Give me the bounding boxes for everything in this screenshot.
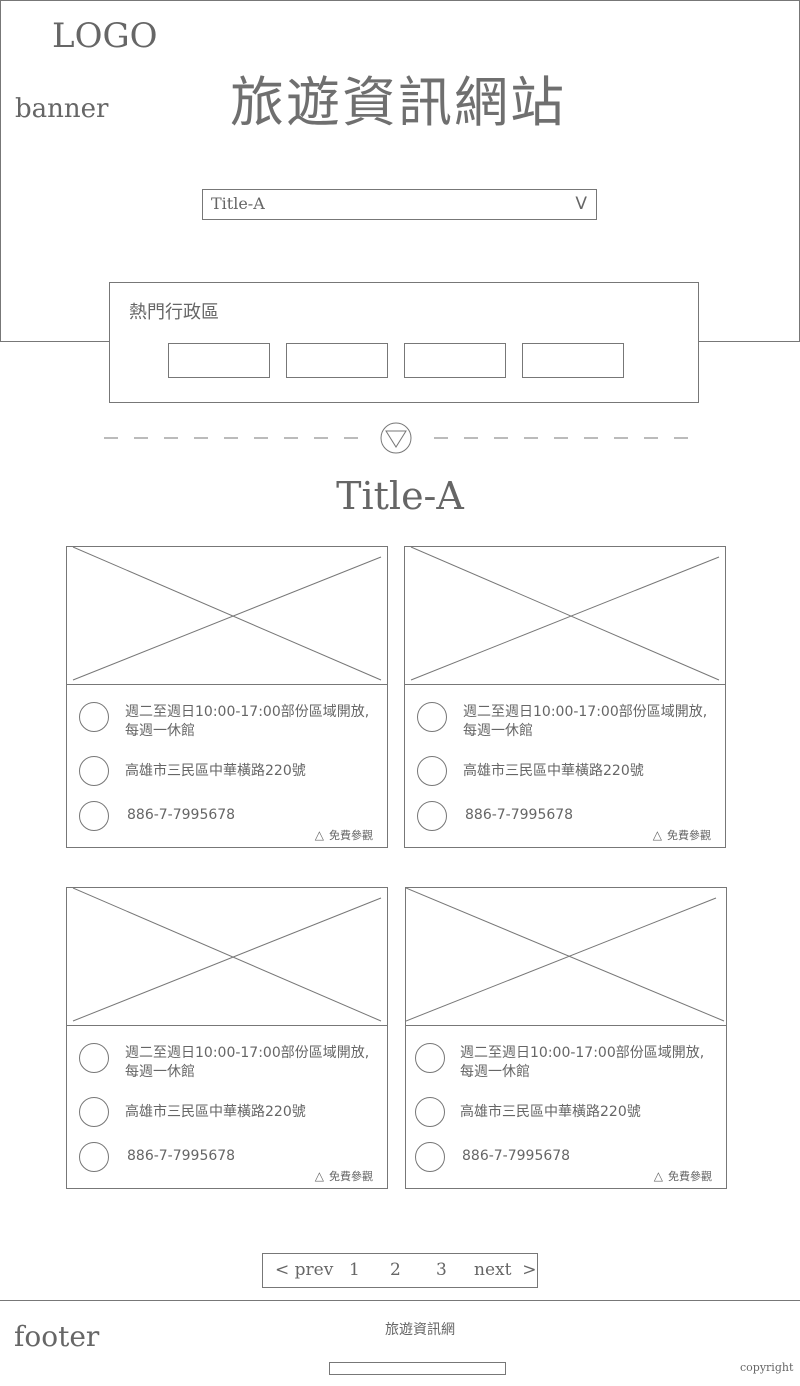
district-button[interactable] <box>286 343 388 378</box>
page-title: 旅遊資訊網站 <box>230 71 566 134</box>
down-triangle-circle-icon[interactable] <box>380 422 412 454</box>
opening-hours: 週二至週日10:00-17:00部份區域開放, 每週一休館 <box>460 1045 705 1080</box>
tag-icon: △ <box>314 828 324 842</box>
attraction-card[interactable]: 週二至週日10:00-17:00部份區域開放, 每週一休館 高雄市三民區中華橫路2… <box>66 887 388 1189</box>
address: 高雄市三民區中華橫路220號 <box>460 1104 641 1120</box>
pagination: < prev 1 2 3 next > <box>262 1253 538 1288</box>
next-page-button[interactable]: next > <box>474 1260 536 1280</box>
location-icon <box>415 1097 445 1127</box>
phone-number: 886-7-7995678 <box>462 1148 571 1164</box>
district-button[interactable] <box>522 343 624 378</box>
footer-label: footer <box>14 1320 100 1353</box>
image-placeholder <box>72 888 382 1022</box>
banner-label: banner <box>15 94 109 124</box>
phone-icon <box>417 801 447 831</box>
free-admission-tag: △ 免費參觀 <box>652 828 711 842</box>
page-link[interactable]: 1 <box>349 1260 360 1280</box>
district-button[interactable] <box>168 343 270 378</box>
page-link[interactable]: 2 <box>390 1260 401 1280</box>
address: 高雄市三民區中華橫路220號 <box>125 1104 306 1120</box>
popular-districts-label: 熱門行政區 <box>129 302 219 323</box>
opening-hours: 週二至週日10:00-17:00部份區域開放, 每週一休館 <box>125 1045 370 1080</box>
image-placeholder <box>406 888 725 1022</box>
phone-number: 886-7-7995678 <box>127 807 236 823</box>
tag-icon: △ <box>653 1169 663 1183</box>
clock-icon <box>417 702 447 732</box>
address: 高雄市三民區中華橫路220號 <box>463 763 644 779</box>
phone-number: 886-7-7995678 <box>465 807 574 823</box>
opening-hours: 週二至週日10:00-17:00部份區域開放, 每週一休館 <box>463 704 708 739</box>
phone-icon <box>79 1142 109 1172</box>
attraction-card[interactable]: 週二至週日10:00-17:00部份區域開放, 每週一休館 高雄市三民區中華橫路2… <box>405 887 727 1189</box>
free-admission-tag: △ 免費參觀 <box>314 1169 373 1183</box>
clock-icon <box>415 1043 445 1073</box>
district-select-value: Title-A <box>211 194 265 213</box>
page-link[interactable]: 3 <box>436 1260 447 1280</box>
prev-page-button[interactable]: < prev <box>275 1260 333 1280</box>
popular-districts-panel: 熱門行政區 <box>109 282 699 403</box>
phone-number: 886-7-7995678 <box>127 1148 236 1164</box>
clock-icon <box>79 1043 109 1073</box>
footer-bar <box>329 1362 506 1375</box>
district-select[interactable]: Title-A V <box>202 189 597 220</box>
opening-hours: 週二至週日10:00-17:00部份區域開放, 每週一休館 <box>125 704 370 739</box>
image-placeholder <box>72 547 382 681</box>
copyright: copyright <box>740 1361 794 1374</box>
logo[interactable]: LOGO <box>52 16 158 56</box>
address: 高雄市三民區中華橫路220號 <box>125 763 306 779</box>
footer-divider <box>0 1300 800 1301</box>
tag-icon: △ <box>314 1169 324 1183</box>
clock-icon <box>79 702 109 732</box>
district-button[interactable] <box>404 343 506 378</box>
free-admission-tag: △ 免費參觀 <box>653 1169 712 1183</box>
image-placeholder <box>410 547 720 681</box>
phone-icon <box>415 1142 445 1172</box>
free-admission-tag: △ 免費參觀 <box>314 828 373 842</box>
chevron-down-icon: V <box>575 194 587 214</box>
phone-icon <box>79 801 109 831</box>
section-divider <box>104 422 690 454</box>
attraction-card[interactable]: 週二至週日10:00-17:00部份區域開放, 每週一休館 高雄市三民區中華橫路2… <box>66 546 388 848</box>
attraction-card[interactable]: 週二至週日10:00-17:00部份區域開放, 每週一休館 高雄市三民區中華橫路2… <box>404 546 726 848</box>
location-icon <box>417 756 447 786</box>
tag-icon: △ <box>652 828 662 842</box>
location-icon <box>79 1097 109 1127</box>
section-title: Title-A <box>336 474 464 518</box>
location-icon <box>79 756 109 786</box>
footer-site-name: 旅遊資訊網 <box>385 1322 455 1338</box>
